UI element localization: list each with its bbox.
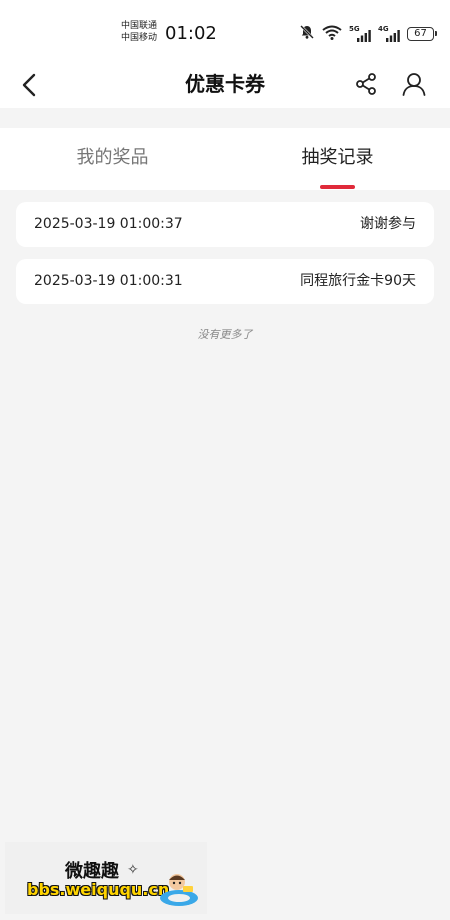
sparkle-icon: ✧ (127, 862, 139, 878)
record-item: 2025-03-19 01:00:37 谢谢参与 (16, 202, 434, 247)
page-title: 优惠卡券 (185, 72, 265, 96)
signal-icon: 5G (349, 25, 371, 42)
tab-bar: 我的奖品 抽奖记录 (0, 128, 450, 190)
mascot-icon (160, 874, 198, 906)
watermark: 微趣趣 ✧ bbs.weiququ.cn (5, 842, 207, 914)
record-time: 2025-03-19 01:00:37 (34, 216, 183, 232)
active-tab-indicator (320, 185, 355, 189)
wifi-icon (322, 25, 342, 44)
record-item: 2025-03-19 01:00:31 同程旅行金卡90天 (16, 259, 434, 304)
record-time: 2025-03-19 01:00:31 (34, 273, 183, 289)
record-prize: 谢谢参与 (360, 216, 416, 232)
status-time: 01:02 (165, 23, 217, 44)
status-icons: 5G 4G 67 (299, 24, 437, 44)
top-nav-bar: 优惠卡券 (0, 62, 450, 108)
battery-level: 67 (414, 28, 427, 39)
tab-my-prizes[interactable]: 我的奖品 (0, 128, 225, 190)
carrier-1: 中国联通 (121, 21, 158, 31)
user-button[interactable] (398, 68, 430, 100)
carrier-names: 中国联通 中国移动 (121, 20, 157, 44)
battery-icon: 67 (407, 27, 437, 41)
bell-off-icon (299, 24, 315, 44)
tab-lottery-records[interactable]: 抽奖记录 (225, 128, 450, 190)
watermark-url: bbs.weiququ.cn (27, 880, 170, 899)
record-prize: 同程旅行金卡90天 (300, 273, 416, 289)
status-bar: 中国联通 中国移动 01:02 5G 4G 67 (0, 0, 450, 62)
share-icon (356, 73, 376, 95)
carrier-2: 中国移动 (121, 33, 158, 43)
signal-icon-2: 4G (378, 25, 400, 42)
user-icon (402, 73, 426, 96)
list-end-text: 没有更多了 (197, 328, 253, 341)
share-button[interactable] (350, 68, 382, 100)
